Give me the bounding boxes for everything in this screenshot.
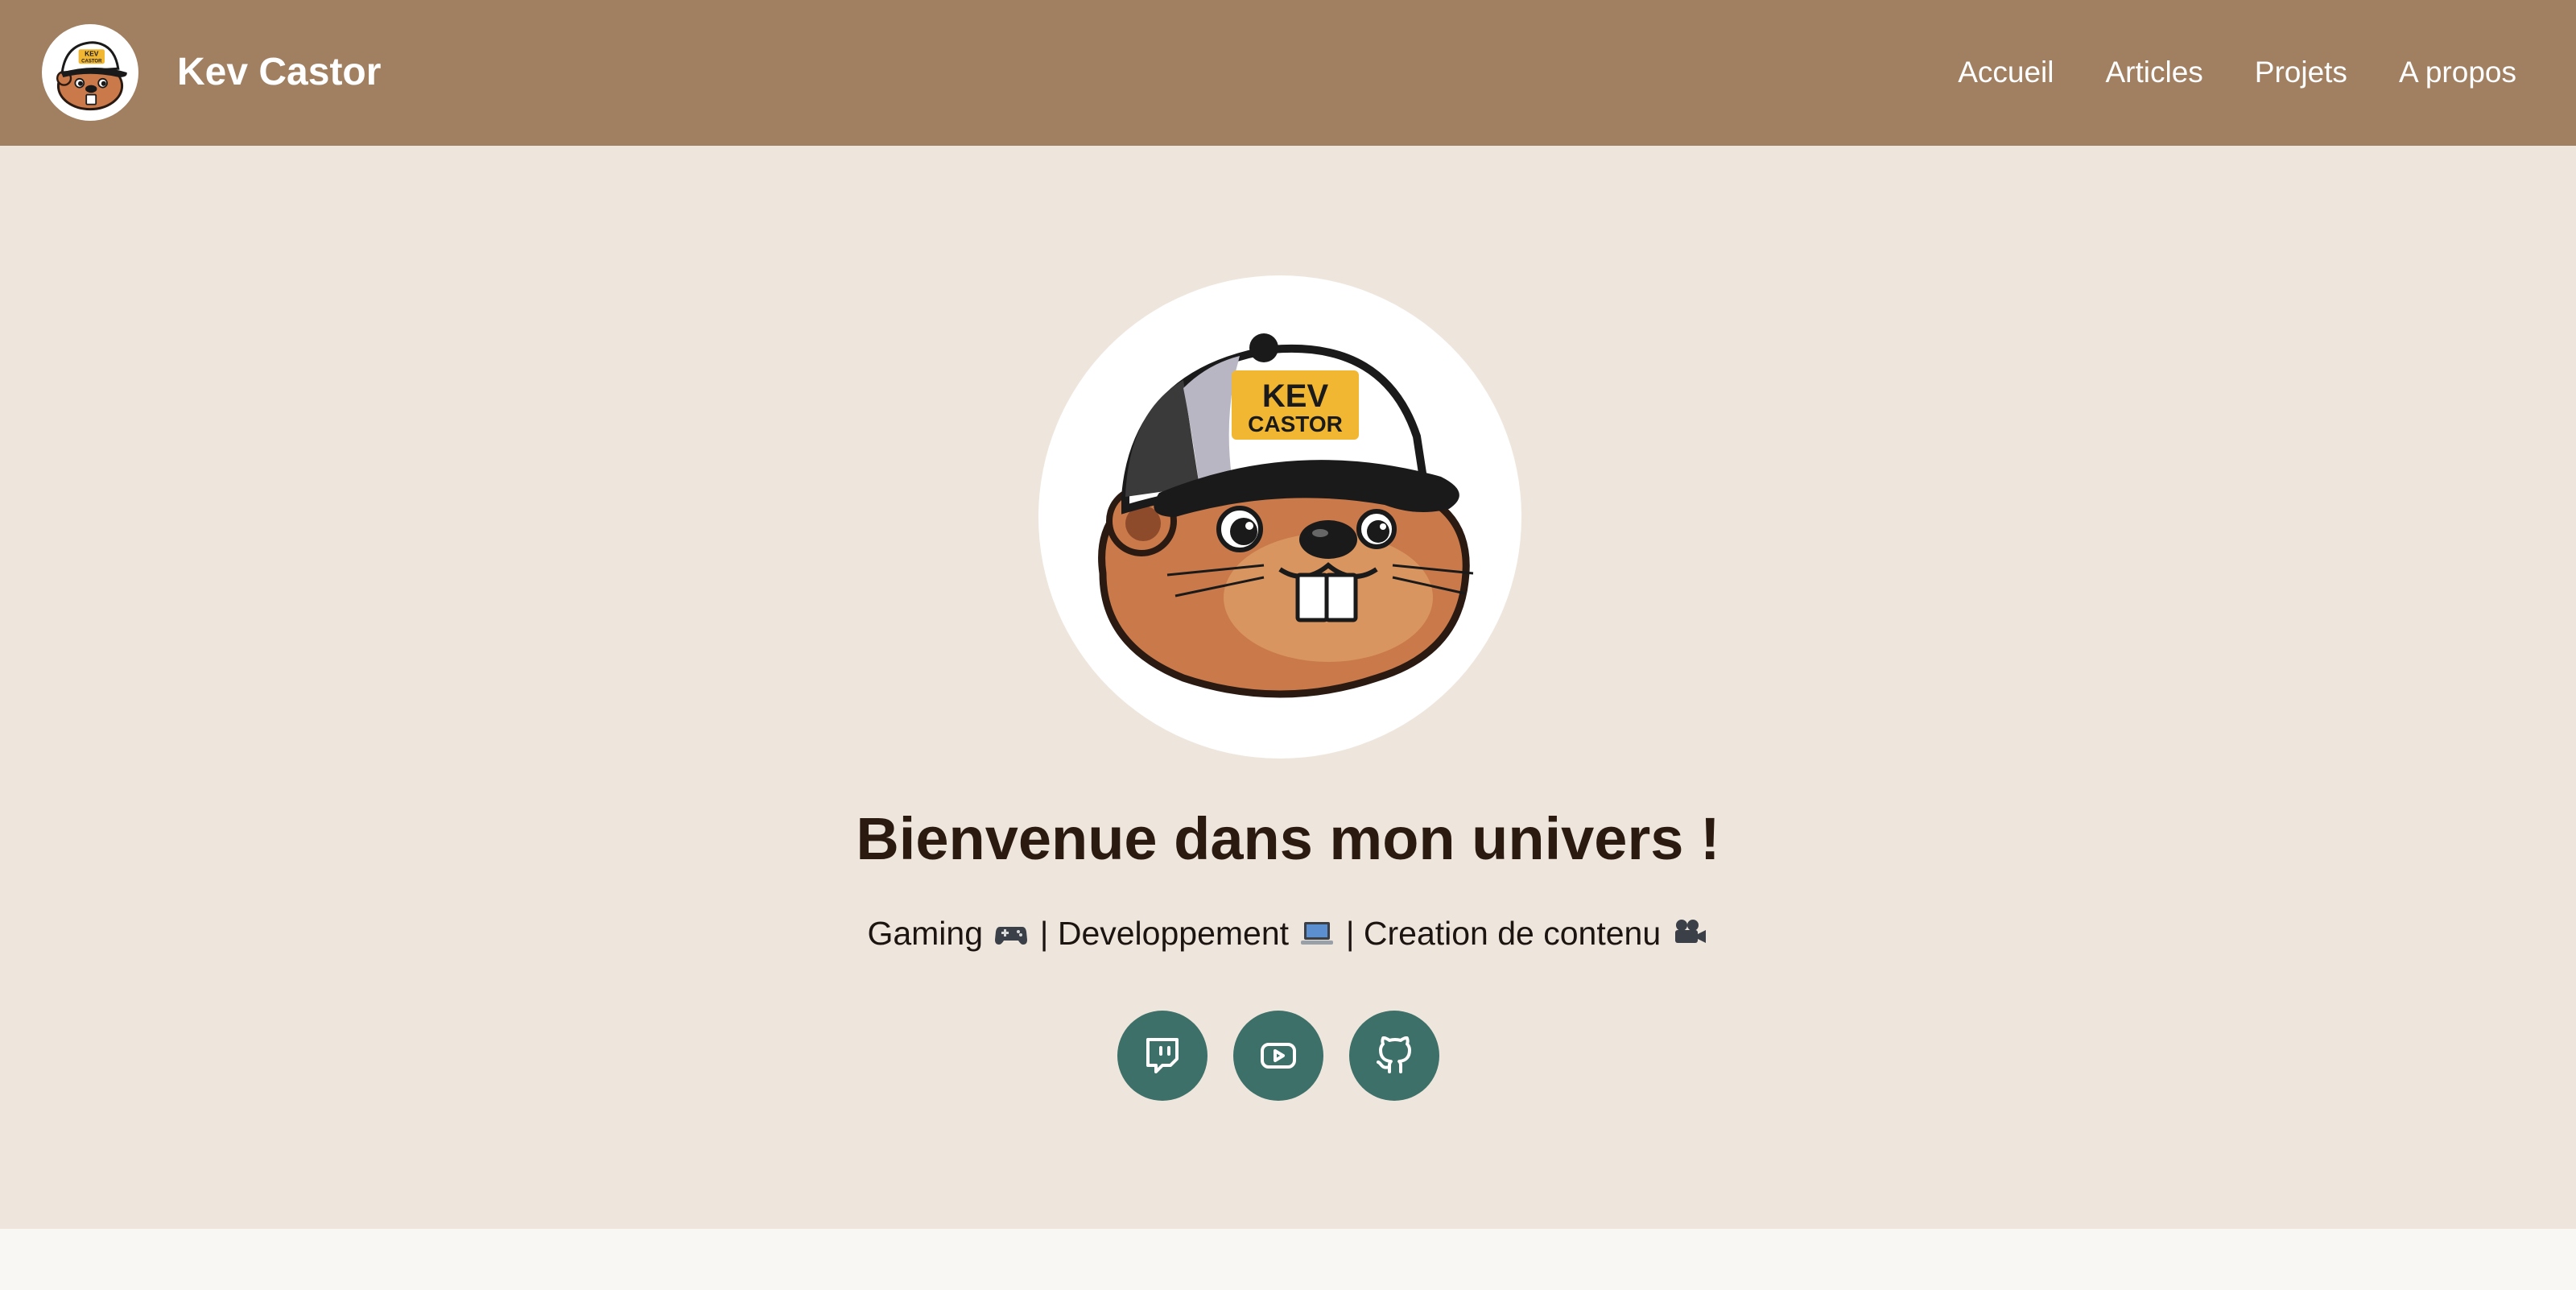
- laptop-icon: [1301, 922, 1334, 945]
- hero-tagline: Gaming | Developpement | Creation de con…: [0, 911, 2576, 956]
- nav-link-projets[interactable]: Projets: [2255, 48, 2347, 97]
- site-logo[interactable]: KEV CASTOR: [42, 24, 138, 121]
- tagline-dev: Developpement: [1057, 915, 1290, 952]
- tagline-separator: |: [1030, 915, 1058, 952]
- gamepad-icon: [995, 927, 1028, 945]
- tagline-content: Creation de contenu: [1363, 915, 1662, 952]
- hero-avatar: KEV CASTOR: [1038, 275, 1521, 759]
- nav-link-articles[interactable]: Articles: [2105, 48, 2202, 97]
- mascot-text-kev: KEV: [1262, 378, 1329, 414]
- nav-link-a-propos[interactable]: A propos: [2399, 48, 2516, 97]
- page-bottom-area: [0, 1229, 2576, 1290]
- site-header: KEV CASTOR Kev Castor Accueil Articles P…: [0, 0, 2576, 146]
- beaver-logo-icon: KEV CASTOR: [56, 41, 127, 111]
- github-icon: [1377, 1036, 1411, 1073]
- nav-link-accueil[interactable]: Accueil: [1958, 48, 2054, 97]
- youtube-icon: [1261, 1043, 1296, 1069]
- tagline-gaming: Gaming: [867, 915, 983, 952]
- github-button[interactable]: [1349, 1011, 1439, 1101]
- video-camera-icon: [1674, 920, 1706, 943]
- hero-section: KEV CASTOR Bienvenue dans mon univers ! …: [0, 146, 2576, 1229]
- hero-title: Bienvenue dans mon univers !: [856, 805, 1720, 872]
- logo-text-castor: CASTOR: [81, 59, 102, 64]
- twitch-icon: [1146, 1038, 1179, 1073]
- youtube-button[interactable]: [1233, 1011, 1323, 1101]
- social-links: [1117, 1011, 1439, 1101]
- tagline-separator: |: [1336, 915, 1364, 952]
- main-nav: Accueil Articles Projets A propos: [1958, 48, 2516, 97]
- mascot-text-castor: CASTOR: [1248, 411, 1343, 436]
- beaver-mascot-icon: KEV CASTOR: [1098, 333, 1474, 698]
- site-title[interactable]: Kev Castor: [177, 48, 381, 97]
- twitch-button[interactable]: [1117, 1011, 1208, 1101]
- logo-text-kev: KEV: [85, 50, 99, 58]
